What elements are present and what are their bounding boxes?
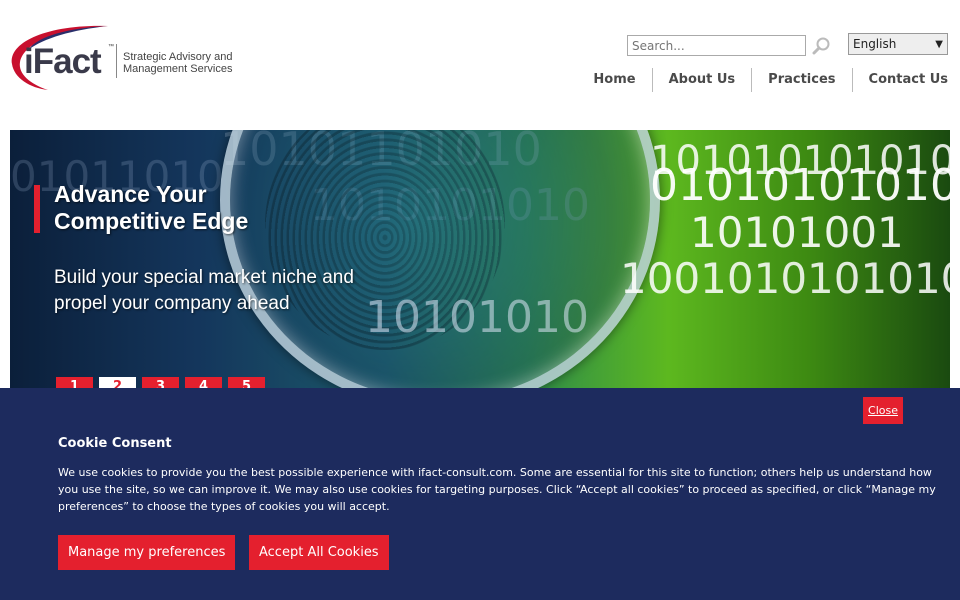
accept-all-cookies-button[interactable]: Accept All Cookies <box>249 535 389 570</box>
slide-button-5[interactable]: 5 <box>228 377 265 388</box>
hero-banner: 01011010 10101101010 1010101010 10101010… <box>10 130 950 388</box>
binary-digits: 01010101010100 <box>650 160 950 211</box>
nav-item-about-us[interactable]: About Us <box>651 68 752 92</box>
title-accent-bar <box>34 185 40 233</box>
slide-pager: 1 2 3 4 5 <box>56 377 265 388</box>
logo-divider <box>116 44 117 78</box>
magnifying-lens-image <box>220 130 660 388</box>
chevron-down-icon: ▼ <box>935 38 943 50</box>
manage-preferences-button[interactable]: Manage my preferences <box>58 535 236 570</box>
search-input[interactable] <box>627 35 806 56</box>
binary-digits: 10101010 <box>365 292 589 343</box>
ifact-logo[interactable]: iFact ™ Strategic Advisory and Managemen… <box>8 22 248 92</box>
magnifier-icon <box>812 37 830 55</box>
main-nav: Home About Us Practices Contact Us <box>577 68 948 92</box>
cookie-title: Cookie Consent <box>58 436 172 451</box>
language-select[interactable]: English ▼ <box>848 33 948 55</box>
site-header: iFact ™ Strategic Advisory and Managemen… <box>0 0 960 130</box>
nav-item-contact-us[interactable]: Contact Us <box>851 68 948 92</box>
binary-digits: 100101010101010 <box>620 254 950 303</box>
logo-wordmark: iFact <box>24 42 102 81</box>
banner-title: Advance Your Competitive Edge <box>54 181 249 234</box>
search-button[interactable] <box>812 36 832 56</box>
cookie-consent-banner: Close Cookie Consent We use cookies to p… <box>0 388 960 600</box>
cookie-close-button[interactable]: Close <box>863 397 903 424</box>
slide-button-4[interactable]: 4 <box>185 377 222 388</box>
slide-button-2[interactable]: 2 <box>99 377 136 388</box>
banner-subtitle: Build your special market niche and prop… <box>54 267 354 314</box>
language-selected-value: English <box>853 37 897 51</box>
binary-digits: 10101001 <box>690 208 904 257</box>
cookie-description: We use cookies to provide you the best p… <box>58 466 936 513</box>
logo-trademark: ™ <box>108 44 114 50</box>
nav-item-practices[interactable]: Practices <box>751 68 851 92</box>
slide-button-1[interactable]: 1 <box>56 377 93 388</box>
nav-item-home[interactable]: Home <box>577 68 651 92</box>
slide-button-3[interactable]: 3 <box>142 377 179 388</box>
logo-tagline: Strategic Advisory and Management Servic… <box>123 51 233 75</box>
